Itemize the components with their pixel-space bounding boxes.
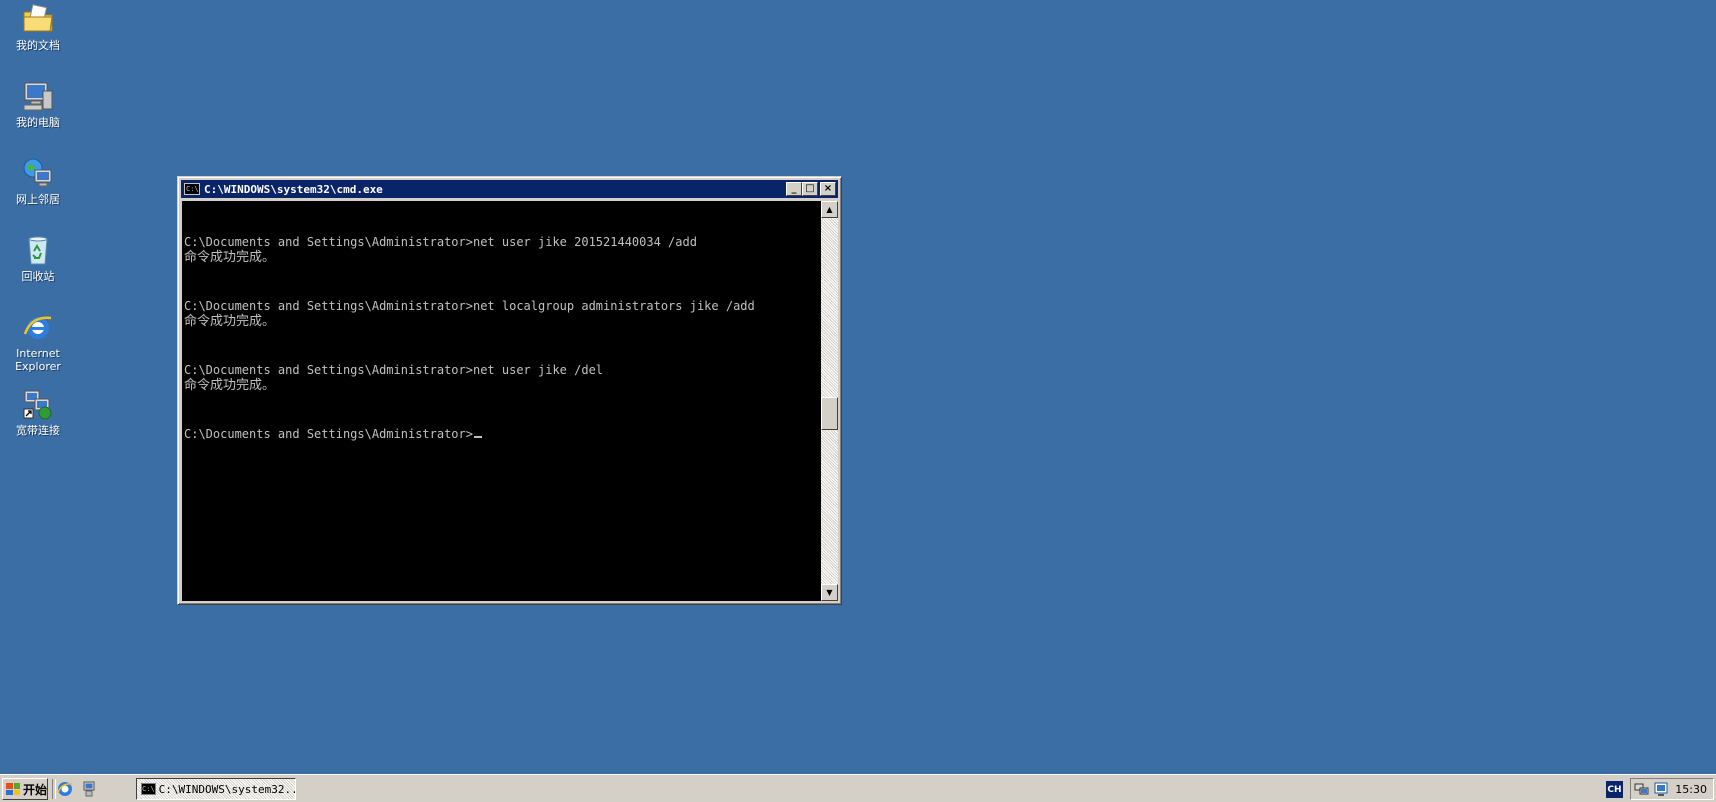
desktop-icon-label: 我的文档 xyxy=(16,39,60,52)
close-button[interactable]: × xyxy=(820,182,836,196)
cmd-icon[interactable]: C:\ xyxy=(184,183,200,195)
network-places-icon xyxy=(23,158,52,187)
windows-logo-icon xyxy=(6,783,20,795)
console-line: C:\Documents and Settings\Administrator>… xyxy=(184,299,755,313)
vertical-scrollbar[interactable]: ▲ ▼ xyxy=(821,201,838,601)
system-tray: 15:30 xyxy=(1630,778,1714,800)
cmd-icon: C:\ xyxy=(141,783,156,795)
broadband-connection-icon xyxy=(23,390,52,420)
console-prompt-line[interactable]: C:\Documents and Settings\Administrator> xyxy=(184,426,482,442)
console-output[interactable]: C:\Documents and Settings\Administrator>… xyxy=(182,201,821,601)
scroll-down-button[interactable]: ▼ xyxy=(821,584,838,601)
desktop-icon-internet-explorer[interactable]: Internet Explorer xyxy=(0,310,76,373)
text-cursor xyxy=(473,436,482,438)
desktop-icon-label: 我的电脑 xyxy=(16,116,60,129)
minimize-button[interactable]: _ xyxy=(786,182,802,196)
desktop-icon-my-documents[interactable]: 我的文档 xyxy=(0,2,76,52)
recycle-bin-icon xyxy=(28,236,48,265)
console-line: 命令成功完成。 xyxy=(184,250,276,265)
desktop-icon-recycle-bin[interactable]: 回收站 xyxy=(0,233,76,283)
internet-explorer-icon xyxy=(23,316,52,339)
start-label: 开始 xyxy=(23,782,48,797)
language-indicator[interactable]: CH xyxy=(1606,781,1623,798)
network-status-icon[interactable] xyxy=(1634,781,1650,797)
maximize-button[interactable]: □ xyxy=(802,182,818,196)
cmd-window[interactable]: C:\ C:\WINDOWS\system32\cmd.exe _ □ × C:… xyxy=(177,176,842,605)
desktop-icon-broadband-connection[interactable]: 宽带连接 xyxy=(0,387,76,437)
start-button[interactable]: 开始 xyxy=(2,778,48,800)
quicklaunch-ie-icon[interactable] xyxy=(80,780,98,798)
connection-tray-icon[interactable] xyxy=(1653,781,1669,797)
my-documents-folder-icon xyxy=(23,4,53,32)
show-desktop-icon[interactable] xyxy=(56,780,74,798)
console-line: 命令成功完成。 xyxy=(184,314,276,329)
desktop-icon-my-computer[interactable]: 我的电脑 xyxy=(0,79,76,129)
window-title: C:\WINDOWS\system32\cmd.exe xyxy=(204,182,383,196)
console-line: 命令成功完成。 xyxy=(184,378,276,393)
desktop-icon-label: 回收站 xyxy=(21,270,55,283)
console-line: C:\Documents and Settings\Administrator>… xyxy=(184,235,697,249)
window-titlebar[interactable]: C:\ C:\WINDOWS\system32\cmd.exe _ □ × xyxy=(181,180,838,198)
desktop-icon-network-places[interactable]: 网上邻居 xyxy=(0,156,76,206)
clock[interactable]: 15:30 xyxy=(1675,783,1707,796)
taskbar: 开始 C:\ C:\WINDOWS\system32... CH 15:30 xyxy=(0,774,1716,802)
taskbar-button-label: C:\WINDOWS\system32... xyxy=(158,782,296,796)
desktop-icon-label: 网上邻居 xyxy=(16,193,60,206)
scroll-thumb[interactable] xyxy=(821,397,838,430)
console-line: C:\Documents and Settings\Administrator>… xyxy=(184,363,604,377)
desktop-icon-label: 宽带连接 xyxy=(16,424,60,437)
desktop-icon-label: Internet Explorer xyxy=(15,347,61,373)
scroll-up-button[interactable]: ▲ xyxy=(821,201,838,218)
console-prompt: C:\Documents and Settings\Administrator> xyxy=(184,427,473,441)
my-computer-icon xyxy=(23,82,53,111)
taskbar-button-cmd[interactable]: C:\ C:\WINDOWS\system32... xyxy=(136,778,296,800)
